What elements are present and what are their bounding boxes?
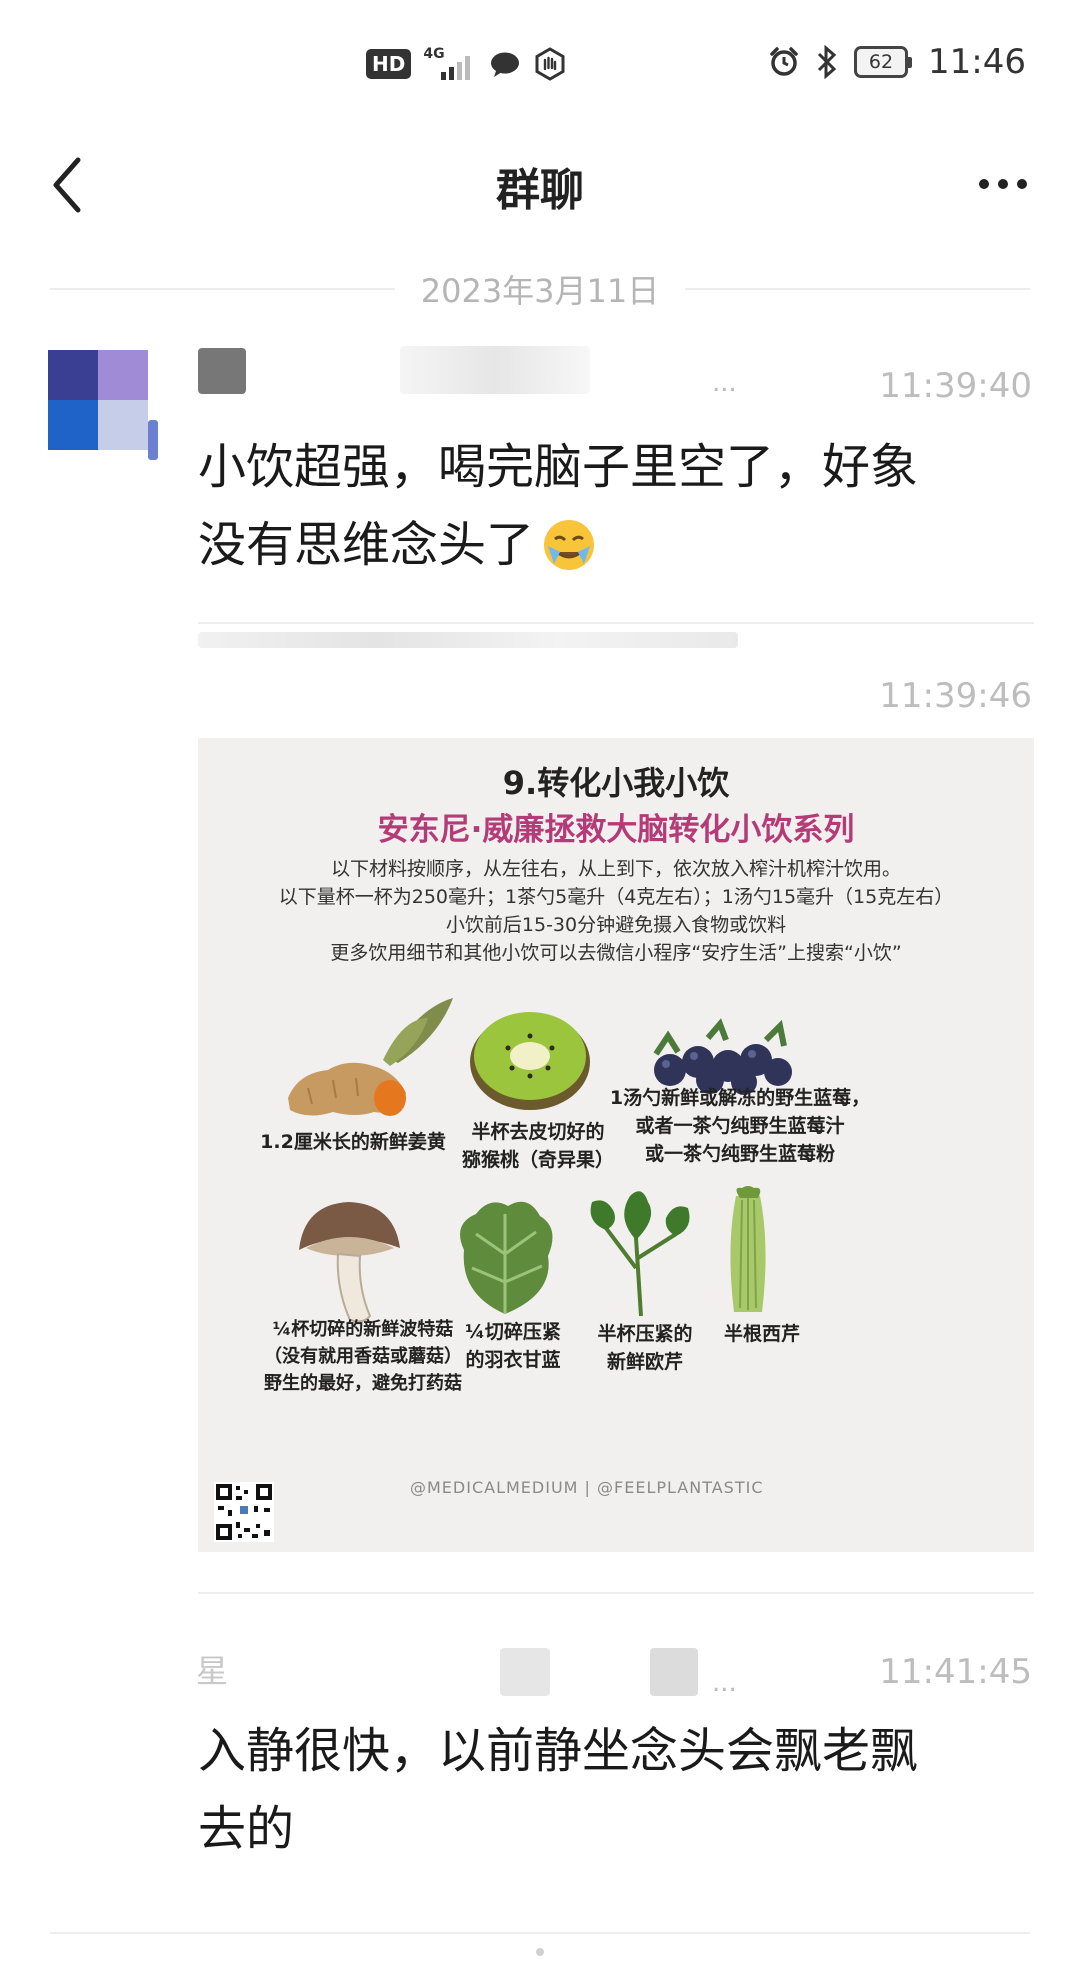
sender-name-blur (198, 632, 738, 648)
message-time: 11:39:46 (879, 676, 1032, 716)
image-text-line: 以下材料按顺序，从左往右，从上到下，依次放入榨汁机榨汁饮用。 (330, 858, 901, 880)
image-subtitle: 安东尼·威廉拯救大脑转化小饮系列 (377, 812, 855, 848)
sender-name-ellipsis: ... (712, 368, 737, 398)
kale-icon (460, 1201, 553, 1314)
sender-name-ellipsis: ... (712, 1668, 737, 1698)
date-label: 2023年3月11日 (420, 272, 660, 310)
image-text-line: 更多饮用细节和其他小饮可以去微信小程序“安疗生活”上搜索“小饮” (330, 942, 902, 964)
message-line-row: 没有思维念头了 (198, 506, 1018, 584)
battery-icon: 62 (854, 46, 913, 78)
sender-name: 星 (196, 1652, 229, 1690)
message-line: 小饮超强，喝完脑子里空了，好象 (198, 439, 919, 495)
message-separator (198, 1592, 1034, 1594)
message-time: 11:39:40 (879, 366, 1032, 406)
message-line: 去的 (198, 1801, 295, 1857)
ingredient-label: 1汤勺新鲜或解冻的野生蓝莓， 或者一茶勺纯野生蓝莓汁 或一茶勺纯野生蓝莓粉 (609, 1087, 871, 1165)
scroll-indicator (536, 1948, 544, 1956)
alarm-icon (770, 47, 798, 76)
image-text-line: 小饮前后15-30分钟避免摄入食物或饮料 (445, 914, 787, 936)
message-text[interactable]: 入静很快，以前静坐念头会飘老飘 去的 (198, 1712, 1018, 1868)
parsley-icon (590, 1191, 690, 1317)
page-title: 群聊 (496, 165, 584, 216)
message-text[interactable]: 小饮超强，喝完脑子里空了，好象 没有思维念头了 (198, 428, 1018, 584)
date-divider: 2023年3月11日 (50, 266, 1030, 312)
image-text-line: 以下量杯一杯为250毫升；1茶勺5毫升（4克左右）；1汤勺15毫升（15克左右） (278, 886, 954, 908)
message-line: 入静很快，以前静坐念头会飘老飘 (198, 1723, 919, 1779)
status-bar: HD 4G 62 11:46 (0, 0, 1080, 130)
status-right-icons: 62 11:46 (768, 42, 1026, 82)
message-time: 11:41:45 (879, 1652, 1032, 1692)
app-notification-icon (535, 47, 565, 81)
image-credit: @MEDICALMEDIUM | @FEELPLANTASTIC (410, 1478, 764, 1497)
celery-icon (730, 1186, 766, 1312)
sender-name-blur (650, 1648, 698, 1696)
sender-name-blur (500, 1648, 550, 1696)
sender-name-blur (198, 348, 246, 394)
ingredient-label: 半根西芹 (723, 1323, 800, 1345)
sender-name-blur (400, 346, 590, 394)
image-title: 9.转化小我小饮 (502, 764, 730, 802)
chat-notification-icon (491, 52, 520, 77)
face-with-tears-emoji (544, 520, 595, 570)
ingredient-label: ¼切碎压紧 的羽衣甘蓝 (465, 1321, 561, 1371)
status-left-icons: HD 4G (366, 46, 567, 82)
more-dots-icon[interactable] (970, 156, 1036, 212)
message-line: 没有思维念头了 (198, 517, 535, 573)
nav-bar: 群聊 (0, 130, 1080, 240)
kiwi-icon (470, 1012, 590, 1110)
shared-image[interactable]: 9.转化小我小饮 安东尼·威廉拯救大脑转化小饮系列 以下材料按顺序，从左往右，从… (198, 738, 1034, 1552)
avatar[interactable] (48, 350, 160, 462)
qr-code-icon (214, 1482, 274, 1542)
status-time: 11:46 (928, 42, 1026, 82)
battery-level: 62 (854, 46, 909, 78)
message-separator (198, 622, 1034, 624)
hd-icon: HD (366, 49, 412, 79)
ingredient-label: 半杯压紧的 新鲜欧芹 (597, 1323, 693, 1373)
bluetooth-icon (817, 45, 837, 79)
ingredient-label: 1.2厘米长的新鲜姜黄 (260, 1131, 446, 1153)
signal-icon: 4G (423, 46, 477, 82)
message-separator (50, 1932, 1030, 1934)
ginger-icon (288, 998, 453, 1116)
mushroom-icon (299, 1202, 400, 1323)
